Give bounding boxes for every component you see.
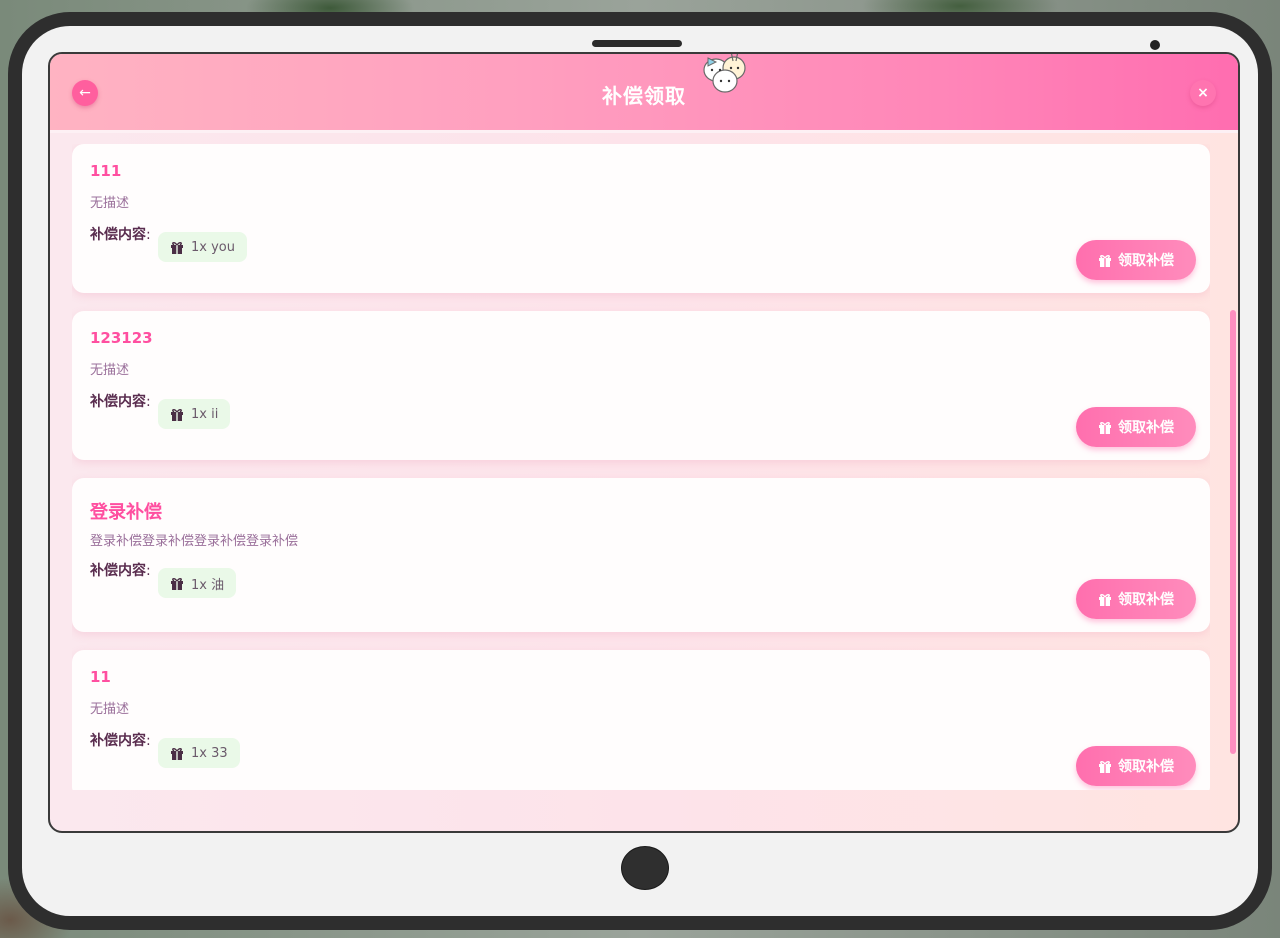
item-tag: 1x you	[158, 232, 247, 262]
compensation-list: 111 无描述 补偿内容: 1x you 领取补偿 123123 无描述 补偿内…	[72, 144, 1210, 790]
card-description: 无描述	[90, 702, 130, 717]
card-title: 123123	[90, 329, 153, 347]
header-bar: ← 补偿领取 ×	[50, 54, 1238, 133]
card-description: 无描述	[90, 196, 130, 211]
item-tag: 1x 33	[158, 738, 240, 768]
compensation-card: 登录补偿 登录补偿登录补偿登录补偿登录补偿 补偿内容: 1x 油 领取补偿	[72, 478, 1210, 632]
content-label-text: 补偿内容	[90, 394, 146, 410]
card-title: 111	[90, 162, 122, 180]
content-label-colon: :	[146, 563, 151, 579]
page-title: 补偿领取	[602, 84, 686, 108]
gift-icon	[171, 408, 183, 421]
card-title: 11	[90, 668, 111, 686]
content-label-text: 补偿内容	[90, 733, 146, 749]
claim-button-label: 领取补偿	[1118, 253, 1174, 269]
card-description: 无描述	[90, 363, 130, 378]
content-label-colon: :	[146, 227, 151, 243]
compensation-card: 123123 无描述 补偿内容: 1x ii 领取补偿	[72, 311, 1210, 460]
compensation-card: 111 无描述 补偿内容: 1x you 领取补偿	[72, 144, 1210, 293]
card-title: 登录补偿	[90, 502, 162, 523]
item-tag: 1x 油	[158, 568, 237, 598]
home-button[interactable]	[621, 846, 669, 890]
content-label-text: 补偿内容	[90, 227, 146, 243]
content-label: 补偿内容:	[90, 391, 151, 411]
speaker-slot	[592, 40, 682, 47]
close-button[interactable]: ×	[1190, 80, 1216, 106]
item-tag: 1x ii	[158, 399, 231, 429]
gift-icon	[1099, 593, 1111, 606]
item-text: 1x ii	[191, 406, 219, 422]
gift-icon	[171, 747, 183, 760]
gift-icon	[1099, 421, 1111, 434]
compensation-screen: ← 补偿领取 × 111 无描述 补偿内容: 1x you 领取补偿 12312…	[48, 52, 1240, 833]
item-text: 1x 油	[191, 577, 225, 593]
compensation-card: 11 无描述 补偿内容: 1x 33 领取补偿	[72, 650, 1210, 790]
claim-button-label: 领取补偿	[1118, 420, 1174, 436]
content-label-text: 补偿内容	[90, 563, 146, 579]
item-text: 1x 33	[191, 745, 228, 761]
mascot-icon	[703, 54, 746, 93]
gift-icon	[171, 241, 183, 254]
gift-icon	[171, 577, 183, 590]
close-icon: ×	[1197, 85, 1209, 101]
claim-button[interactable]: 领取补偿	[1076, 240, 1196, 280]
content-label: 补偿内容:	[90, 224, 151, 244]
item-text: 1x you	[191, 239, 235, 255]
gift-icon	[1099, 760, 1111, 773]
claim-button[interactable]: 领取补偿	[1076, 579, 1196, 619]
claim-button-label: 领取补偿	[1118, 592, 1174, 608]
claim-button[interactable]: 领取补偿	[1076, 407, 1196, 447]
card-description: 登录补偿登录补偿登录补偿登录补偿	[90, 534, 299, 549]
claim-button-label: 领取补偿	[1118, 759, 1174, 775]
camera-dot	[1150, 40, 1160, 50]
gift-icon	[1099, 254, 1111, 267]
scrollbar[interactable]	[1230, 310, 1236, 754]
content-label-colon: :	[146, 394, 151, 410]
content-label: 补偿内容:	[90, 730, 151, 750]
content-label-colon: :	[146, 733, 151, 749]
content-label: 补偿内容:	[90, 560, 151, 580]
claim-button[interactable]: 领取补偿	[1076, 746, 1196, 786]
